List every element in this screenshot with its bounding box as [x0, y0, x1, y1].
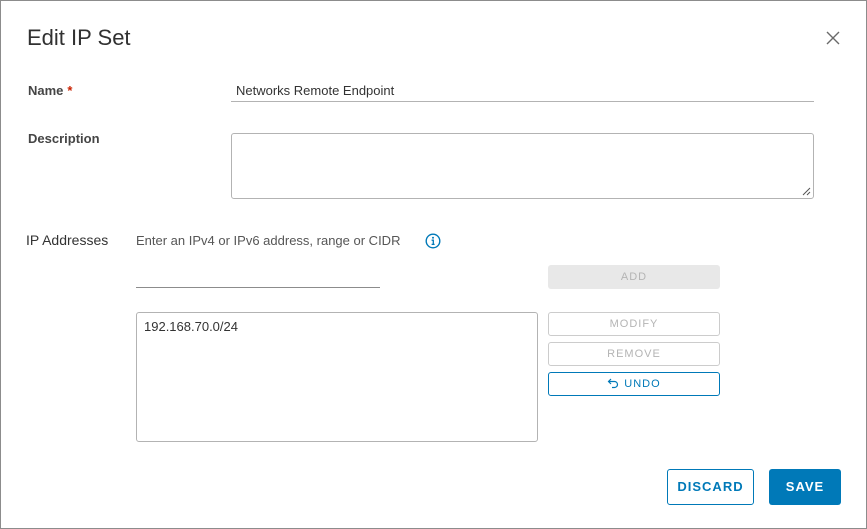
info-icon[interactable] [425, 233, 441, 249]
ip-addresses-label: IP Addresses [26, 232, 109, 248]
modify-button[interactable]: MODIFY [548, 312, 720, 336]
ip-address-input[interactable] [136, 263, 380, 288]
required-marker: * [67, 83, 73, 98]
list-item[interactable]: 192.168.70.0/24 [144, 319, 530, 334]
remove-button[interactable]: REMOVE [548, 342, 720, 366]
resize-handle-icon[interactable] [802, 187, 811, 196]
ip-address-list[interactable]: 192.168.70.0/24 [136, 312, 538, 442]
save-button[interactable]: SAVE [769, 469, 841, 505]
name-input[interactable] [231, 79, 814, 102]
edit-ip-set-dialog: Edit IP Set Name* Description IP Address… [0, 0, 867, 529]
undo-label: UNDO [624, 378, 661, 390]
description-label: Description [28, 131, 100, 146]
undo-icon [607, 378, 619, 389]
close-icon[interactable] [823, 28, 843, 48]
undo-button[interactable]: UNDO [548, 372, 720, 396]
dialog-title: Edit IP Set [27, 25, 131, 50]
add-button[interactable]: ADD [548, 265, 720, 289]
name-label: Name * [28, 83, 72, 98]
discard-button[interactable]: DISCARD [667, 469, 754, 505]
ip-address-hint: Enter an IPv4 or IPv6 address, range or … [136, 233, 401, 248]
name-label-text: Name [28, 83, 64, 98]
description-textarea[interactable] [231, 133, 814, 199]
